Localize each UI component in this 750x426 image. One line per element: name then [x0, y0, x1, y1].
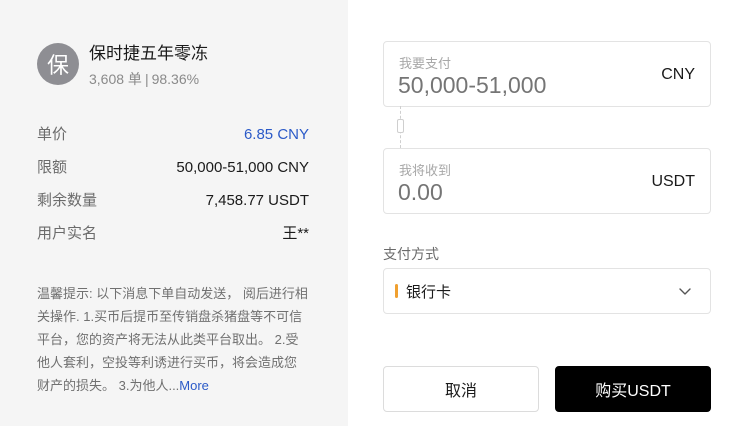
pay-currency: CNY: [661, 66, 695, 83]
payment-method-value: 银行卡: [406, 283, 452, 301]
cancel-button[interactable]: 取消: [383, 366, 539, 412]
limit-value: 50,000-51,000 CNY: [176, 159, 309, 176]
price-value: 6.85 CNY: [243, 126, 309, 143]
buy-usdt-button[interactable]: 购买USDT: [555, 366, 711, 412]
avatar: 保: [37, 43, 79, 85]
receive-amount-input[interactable]: [398, 179, 638, 206]
receive-amount-field[interactable]: 我将收到 USDT: [383, 148, 711, 214]
merchant-completion-rate: 98.36%: [151, 71, 200, 87]
field-connector-icon: [397, 119, 404, 133]
warm-notice: 温馨提示: 以下消息下单自动发送， 阅后进行相关操作. 1.买币后提币至传销盘杀…: [37, 282, 311, 397]
merchant-stats: 3,608 单 | 98.36%: [89, 70, 208, 88]
realname-label: 用户实名: [37, 225, 98, 242]
pay-amount-label: 我要支付: [399, 56, 452, 71]
limit-label: 限额: [37, 159, 68, 176]
remaining-value: 7,458.77 USDT: [205, 192, 309, 209]
realname-value: 王**: [282, 225, 309, 242]
receive-currency: USDT: [651, 173, 695, 190]
more-link[interactable]: More: [179, 378, 209, 393]
merchant-info: 保时捷五年零冻 3,608 单 | 98.36%: [89, 43, 208, 88]
merchant-header: 保 保时捷五年零冻 3,608 单 | 98.36%: [37, 43, 208, 88]
remaining-label: 剩余数量: [37, 192, 98, 209]
stats-separator: |: [144, 71, 149, 87]
limit-row: 限额 50,000-51,000 CNY: [37, 159, 309, 177]
chevron-down-icon[interactable]: [678, 284, 692, 298]
pay-amount-field[interactable]: 我要支付 CNY: [383, 41, 711, 107]
payment-method-marker: [395, 284, 398, 298]
payment-method-label: 支付方式: [383, 246, 439, 262]
pay-amount-input[interactable]: [398, 72, 638, 99]
order-info-panel: 保 保时捷五年零冻 3,608 单 | 98.36% 单价 6.85 CNY 限额 …: [0, 0, 348, 426]
merchant-name: 保时捷五年零冻: [89, 44, 208, 63]
remaining-row: 剩余数量 7,458.77 USDT: [37, 192, 309, 210]
payment-method-select[interactable]: 银行卡: [383, 268, 711, 314]
receive-amount-label: 我将收到: [399, 163, 452, 178]
merchant-orders: 3,608 单: [89, 71, 142, 87]
notice-text: 温馨提示: 以下消息下单自动发送， 阅后进行相关操作. 1.买币后提币至传销盘杀…: [37, 286, 308, 393]
realname-row: 用户实名 王**: [37, 225, 309, 243]
price-row: 单价 6.85 CNY: [37, 126, 309, 144]
price-label: 单价: [37, 126, 68, 143]
